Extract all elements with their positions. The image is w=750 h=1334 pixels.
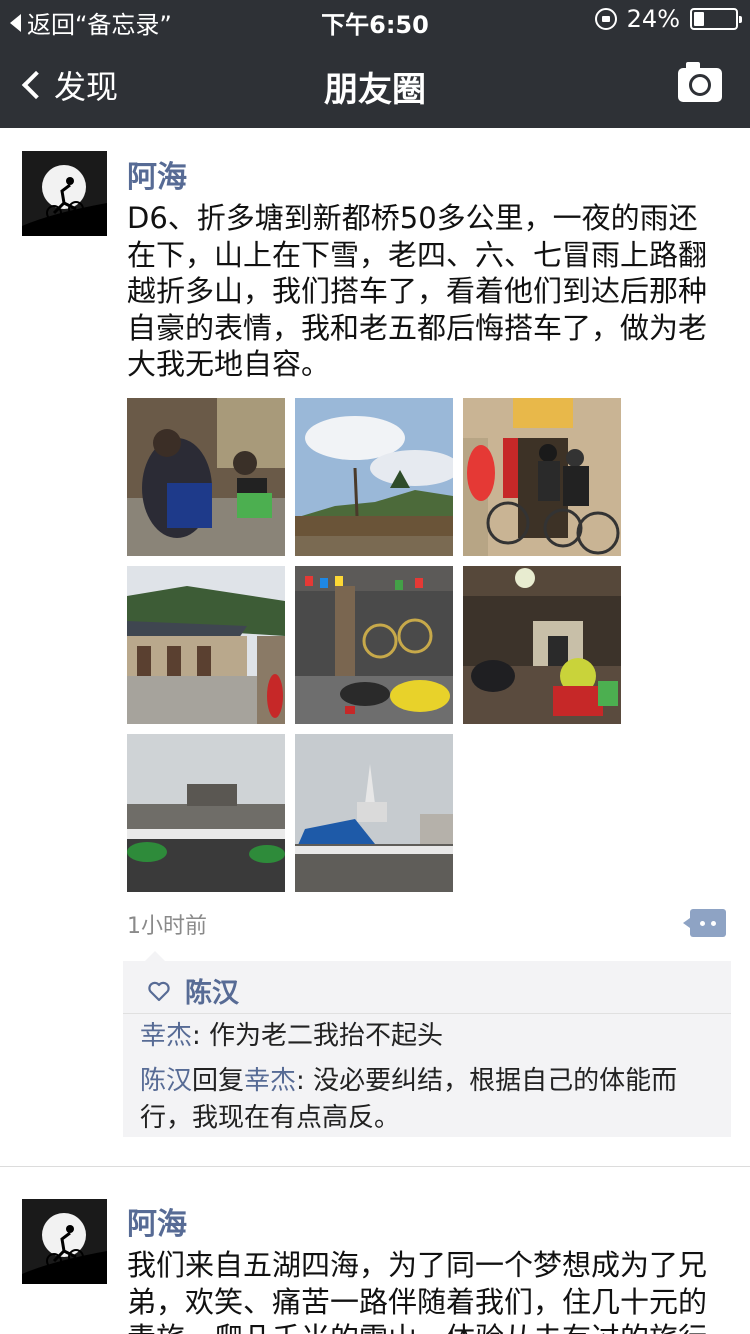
comment-text: : 没必要纠结，根据自己的体能而 <box>296 1066 678 1096</box>
comment-item[interactable]: 陈汉回复幸杰: 没必要纠结，根据自己的体能而 行，我现在有点高反。 <box>140 1063 725 1137</box>
liker-name[interactable]: 陈汉 <box>185 971 239 1010</box>
photo-thumbnail[interactable] <box>463 566 621 724</box>
post-text: D6、折多塘到新都桥50多公里，一夜的雨还 在下，山上在下雪，老四、六、七冒雨上… <box>127 200 732 383</box>
post-text-line: 在下，山上在下雪，老四、六、七冒雨上路翻 <box>127 237 708 272</box>
avatar[interactable] <box>22 1199 107 1284</box>
photo-thumbnail[interactable] <box>295 734 453 892</box>
commenter-name[interactable]: 陈汉 <box>140 1066 192 1096</box>
reply-word: 回复 <box>192 1066 245 1096</box>
post-text-line: 越折多山，我们搭车了，看着他们到达后那种 <box>127 274 708 308</box>
author-name[interactable]: 阿海 <box>127 152 187 196</box>
comment-item[interactable]: 幸杰: 作为老二我抬不起头 <box>140 1018 725 1055</box>
likes-comments-panel: 陈汉 幸杰: 作为老二我抬不起头 陈汉回复幸杰: 没必要纠结，根据自己的体能而 … <box>123 951 731 1137</box>
post-text-line: 弟，欢笑、痛苦一路伴随着我们，住几十元的 <box>127 1284 708 1319</box>
post-text-line: 大我无地自容。 <box>127 347 331 381</box>
comment-menu-dot-icon <box>711 921 716 926</box>
post-text-line: 自豪的表情，我和老五都后悔搭车了，做为老 <box>127 310 708 345</box>
divider <box>123 1013 731 1014</box>
moment-post: 阿海 D6、折多塘到新都桥50多公里，一夜的雨还 在下，山上在下雪，老四、六、七… <box>0 0 750 1166</box>
post-time: 1小时前 <box>127 914 207 939</box>
likes-row: 陈汉 <box>147 971 239 1010</box>
photo-thumbnail[interactable] <box>127 566 285 724</box>
photo-thumbnail[interactable] <box>295 566 453 724</box>
comment-menu-button[interactable] <box>683 909 726 937</box>
author-name[interactable]: 阿海 <box>127 1199 187 1243</box>
comment-text: 行，我现在有点高反。 <box>140 1103 401 1133</box>
post-text-line: 青旅，爬几千米的雪山，体验从未有过的旅行 <box>127 1320 732 1334</box>
photo-thumbnail[interactable] <box>127 734 285 892</box>
comment-menu-dot-icon <box>700 921 705 926</box>
photo-thumbnail[interactable] <box>295 398 453 556</box>
post-text-line: D6、折多塘到新都桥50多公里，一夜的雨还 <box>127 201 698 235</box>
commenter-name[interactable]: 幸杰 <box>140 1021 192 1051</box>
reply-to-name[interactable]: 幸杰 <box>244 1066 296 1096</box>
photo-thumbnail[interactable] <box>127 398 285 556</box>
moment-post: 阿海 我们来自五湖四海，为了同一个梦想成为了兄 弟，欢笑、痛苦一路伴随着我们，住… <box>0 1167 750 1334</box>
heart-icon <box>148 981 170 1001</box>
post-text: 我们来自五湖四海，为了同一个梦想成为了兄 弟，欢笑、痛苦一路伴随着我们，住几十元… <box>127 1247 732 1334</box>
avatar[interactable] <box>22 151 107 236</box>
photo-thumbnail[interactable] <box>463 398 621 556</box>
post-text-line: 我们来自五湖四海，为了同一个梦想成为了兄 <box>127 1248 708 1282</box>
comment-text: : 作为老二我抬不起头 <box>192 1021 444 1051</box>
